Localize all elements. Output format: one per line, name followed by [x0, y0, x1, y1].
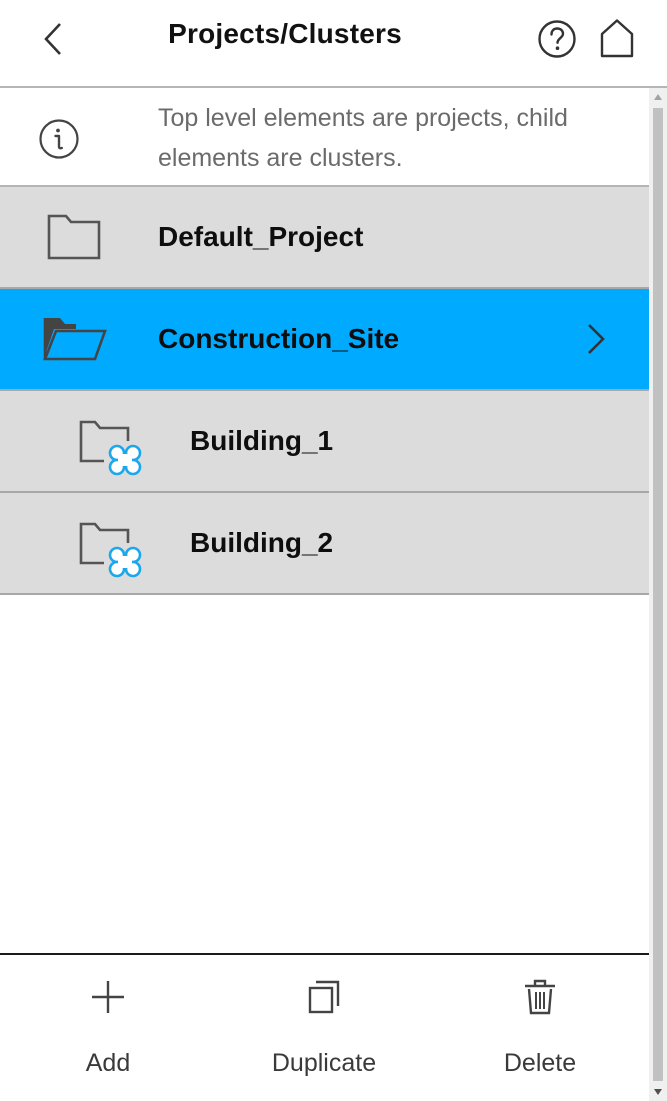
list-item-label: Building_1 [190, 425, 334, 456]
chevron-right-icon[interactable] [578, 319, 614, 359]
info-text: Top level elements are projects, child e… [158, 104, 568, 172]
help-button[interactable] [532, 14, 582, 64]
home-button[interactable] [592, 12, 642, 64]
vertical-scrollbar[interactable] [649, 88, 667, 1101]
question-circle-icon [538, 20, 576, 58]
info-banner: Top level elements are projects, child e… [0, 88, 649, 187]
list-item-label: Default_Project [158, 221, 364, 252]
plus-icon [92, 981, 124, 1013]
delete-button[interactable]: Delete [450, 955, 630, 1101]
delete-label: Delete [503, 1049, 577, 1077]
add-label: Add [85, 1049, 131, 1077]
list-item-building-2[interactable]: Building_2 [0, 493, 649, 595]
project-list-region: Top level elements are projects, child e… [0, 88, 649, 953]
list-item-construction-site[interactable]: Construction_Site [0, 289, 649, 391]
list-item-label: Building_2 [190, 527, 334, 558]
list-item-default-project[interactable]: Default_Project [0, 187, 649, 289]
projects-clusters-screen: Projects/Clusters Top level elements are… [0, 0, 667, 1101]
cluster-folder-icon [79, 420, 142, 476]
scroll-down-arrow-icon[interactable] [649, 1083, 667, 1101]
add-button[interactable]: Add [18, 955, 198, 1101]
list-item-building-1[interactable]: Building_1 [0, 391, 649, 493]
scroll-up-arrow-icon[interactable] [649, 88, 667, 106]
list-item-label: Construction_Site [158, 323, 400, 354]
folder-open-icon [43, 318, 107, 361]
bottom-toolbar: Add Duplicate Delete [0, 953, 649, 1101]
scrollbar-thumb[interactable] [653, 108, 663, 1081]
duplicate-button[interactable]: Duplicate [234, 955, 414, 1101]
info-icon [39, 119, 79, 159]
folder-icon [47, 214, 101, 260]
trash-icon [525, 979, 555, 1015]
duplicate-icon [308, 980, 340, 1014]
duplicate-label: Duplicate [271, 1049, 377, 1077]
cluster-folder-icon [79, 522, 142, 578]
home-icon [600, 19, 634, 58]
page-title: Projects/Clusters [168, 18, 402, 49]
header-bar: Projects/Clusters [0, 0, 667, 88]
